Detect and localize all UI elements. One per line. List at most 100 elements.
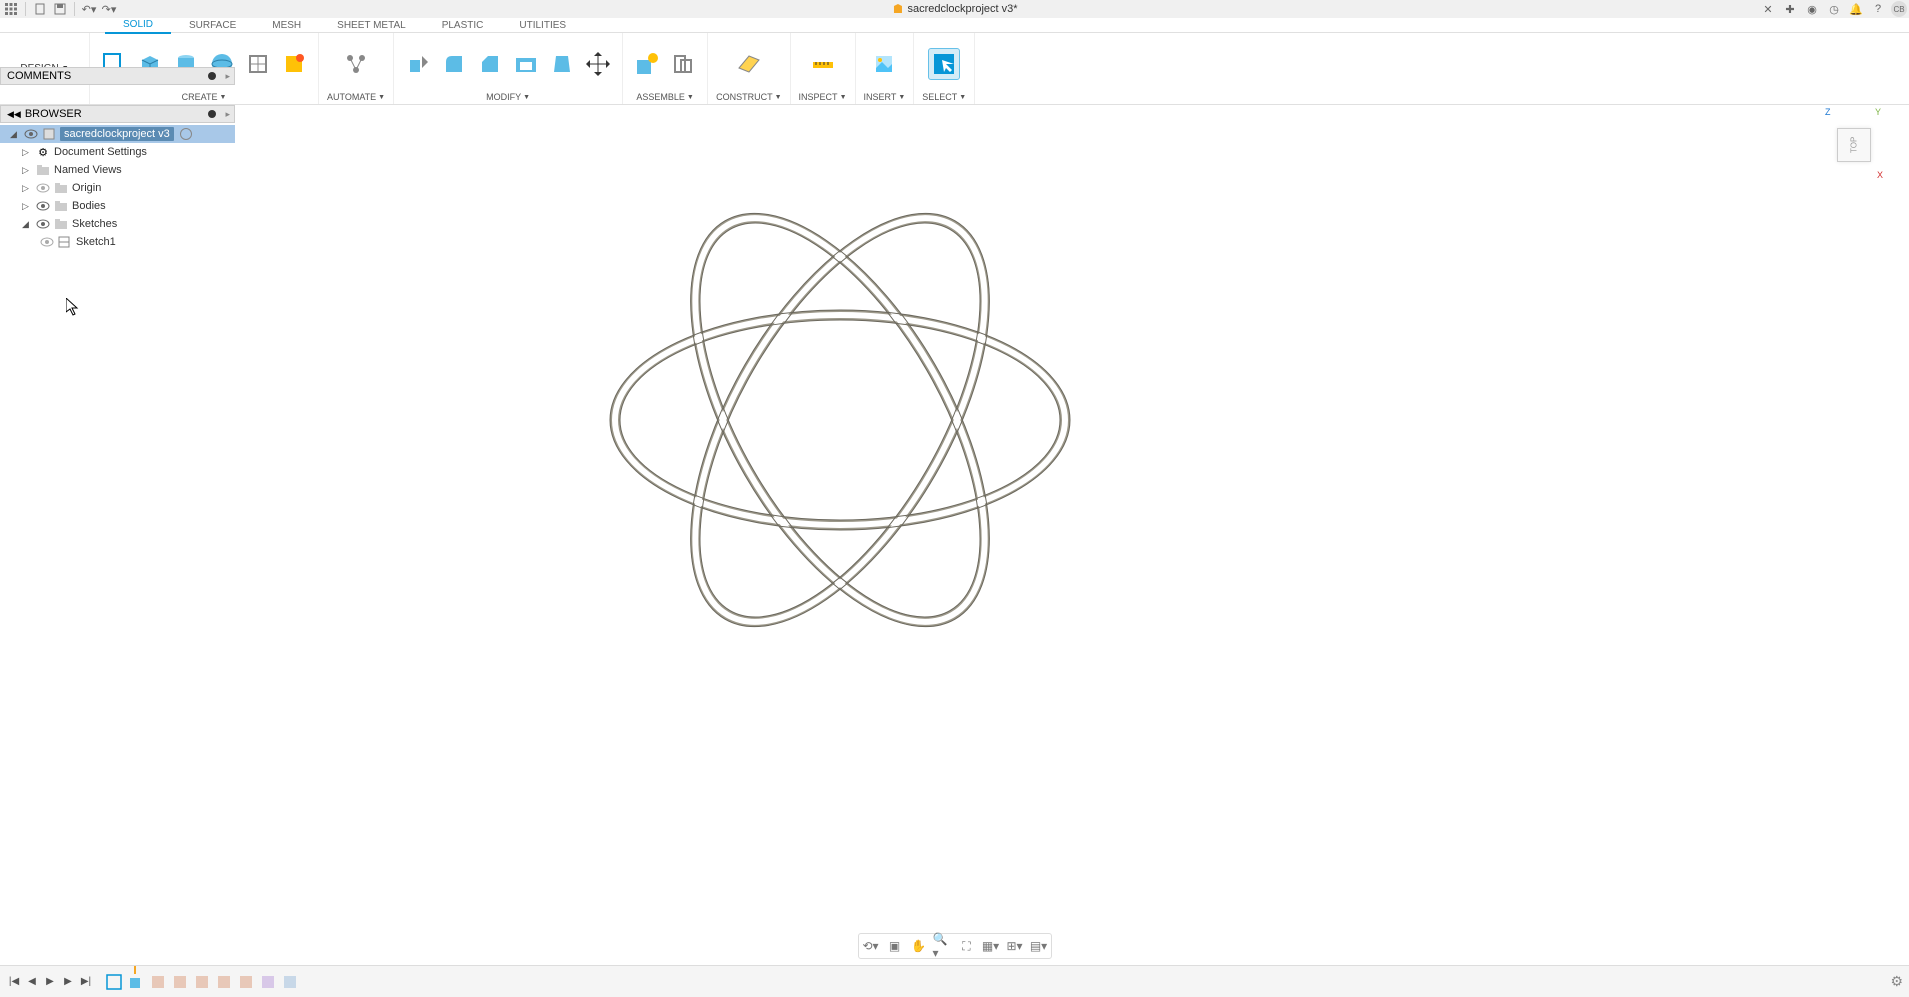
zoom-icon[interactable]: 🔍▾ <box>933 936 953 956</box>
comments-panel[interactable]: COMMENTS ▸ <box>0 67 235 85</box>
viewcube[interactable]: TOP Y X Z <box>1829 115 1879 175</box>
coil-icon[interactable] <box>278 48 310 80</box>
undo-icon[interactable]: ↶▾ <box>80 1 98 17</box>
automate-label[interactable]: AUTOMATE▼ <box>327 92 385 102</box>
folder-icon <box>54 199 68 213</box>
tab-plastic[interactable]: PLASTIC <box>424 18 502 33</box>
grid-icon[interactable]: ⊞▾ <box>1005 936 1025 956</box>
jobs-icon[interactable]: ◷ <box>1825 1 1843 17</box>
tree-root[interactable]: ◢ sacredclockproject v3 <box>0 125 235 143</box>
modify-group: MODIFY▼ <box>394 33 623 104</box>
draft-icon[interactable] <box>546 48 578 80</box>
assemble-label[interactable]: ASSEMBLE▼ <box>636 92 693 102</box>
timeline-end[interactable]: ▶| <box>78 974 94 990</box>
joint-icon[interactable] <box>667 48 699 80</box>
timeline-start[interactable]: |◀ <box>6 974 22 990</box>
folder-icon <box>36 163 50 177</box>
tree-sketch1[interactable]: Sketch1 <box>0 233 235 251</box>
tree-origin[interactable]: ▷ Origin <box>0 179 235 197</box>
tree-sketches[interactable]: ◢ Sketches <box>0 215 235 233</box>
file-icon[interactable] <box>31 1 49 17</box>
extension-icon[interactable]: ◉ <box>1803 1 1821 17</box>
redo-icon[interactable]: ↷▾ <box>100 1 118 17</box>
visibility-icon[interactable] <box>40 235 54 249</box>
apps-icon[interactable] <box>2 1 20 17</box>
visibility-icon[interactable] <box>36 199 50 213</box>
comments-settings-icon[interactable] <box>208 72 216 80</box>
feature-3[interactable] <box>148 972 168 992</box>
measure-icon[interactable] <box>807 48 839 80</box>
displaystyle-icon[interactable]: ▦▾ <box>981 936 1001 956</box>
visibility-icon[interactable] <box>24 127 38 141</box>
notifications-icon[interactable]: 🔔 <box>1847 1 1865 17</box>
tab-solid[interactable]: SOLID <box>105 17 171 34</box>
timeline-settings-icon[interactable]: ⚙ <box>1890 973 1903 990</box>
tree-document-settings[interactable]: ▷ ⚙ Document Settings <box>0 143 235 161</box>
feature-8[interactable] <box>258 972 278 992</box>
feature-sketch[interactable] <box>104 972 124 992</box>
menubar-right: ✕ ✚ ◉ ◷ 🔔 ? CB <box>1759 1 1907 17</box>
timeline-forward[interactable]: ▶ <box>60 974 76 990</box>
lookat-icon[interactable]: ▣ <box>885 936 905 956</box>
chamfer-icon[interactable] <box>474 48 506 80</box>
close-tab-icon[interactable]: ✕ <box>1759 1 1777 17</box>
timeline-controls: |◀ ◀ ▶ ▶ ▶| <box>6 974 94 990</box>
assemble-group: ASSEMBLE▼ <box>623 33 708 104</box>
activate-radio[interactable] <box>180 128 192 140</box>
move-icon[interactable] <box>582 48 614 80</box>
menubar: ↶▾ ↷▾ sacredclockproject v3* ✕ ✚ ◉ ◷ 🔔 ?… <box>0 0 1909 18</box>
modify-label[interactable]: MODIFY▼ <box>486 92 530 102</box>
fit-icon[interactable]: ⛶ <box>957 936 977 956</box>
viewports-icon[interactable]: ▤▾ <box>1029 936 1049 956</box>
add-tab-icon[interactable]: ✚ <box>1781 1 1799 17</box>
tree-named-views[interactable]: ▷ Named Views <box>0 161 235 179</box>
visibility-icon[interactable] <box>36 217 50 231</box>
shell-icon[interactable] <box>510 48 542 80</box>
presspull-icon[interactable] <box>402 48 434 80</box>
timeline-back[interactable]: ◀ <box>24 974 40 990</box>
tree-bodies[interactable]: ▷ Bodies <box>0 197 235 215</box>
tab-surface[interactable]: SURFACE <box>171 18 254 33</box>
insert-icon[interactable] <box>868 48 900 80</box>
timeline-play[interactable]: ▶ <box>42 974 58 990</box>
help-icon[interactable]: ? <box>1869 1 1887 17</box>
create-label[interactable]: CREATE▼ <box>182 92 227 102</box>
canvas[interactable] <box>0 105 1909 937</box>
select-label[interactable]: SELECT▼ <box>922 92 966 102</box>
menubar-left: ↶▾ ↷▾ <box>2 1 118 17</box>
folder-icon <box>54 181 68 195</box>
inspect-label[interactable]: INSPECT▼ <box>799 92 847 102</box>
feature-7[interactable] <box>236 972 256 992</box>
user-avatar[interactable]: CB <box>1891 1 1907 17</box>
browser-header[interactable]: ◀◀ BROWSER ▸ <box>0 105 235 123</box>
automate-icon[interactable] <box>340 48 372 80</box>
plane-icon[interactable] <box>733 48 765 80</box>
viewcube-face[interactable]: TOP <box>1837 128 1871 162</box>
fillet-icon[interactable] <box>438 48 470 80</box>
tab-sheetmetal[interactable]: SHEET METAL <box>319 18 424 33</box>
feature-4[interactable] <box>170 972 190 992</box>
insert-label[interactable]: INSERT▼ <box>864 92 906 102</box>
feature-extrude[interactable] <box>126 972 146 992</box>
component-icon <box>42 127 56 141</box>
environment-tabs: SOLID SURFACE MESH SHEET METAL PLASTIC U… <box>0 18 1909 33</box>
pan-icon[interactable]: ✋ <box>909 936 929 956</box>
timeline-features <box>104 972 300 992</box>
tab-mesh[interactable]: MESH <box>254 18 319 33</box>
torus-icon[interactable] <box>242 48 274 80</box>
feature-6[interactable] <box>214 972 234 992</box>
feature-9[interactable] <box>280 972 300 992</box>
model-geometry[interactable] <box>605 205 1075 635</box>
component-icon[interactable] <box>631 48 663 80</box>
select-icon[interactable] <box>928 48 960 80</box>
construct-label[interactable]: CONSTRUCT▼ <box>716 92 781 102</box>
folder-icon <box>54 217 68 231</box>
tab-utilities[interactable]: UTILITIES <box>501 18 584 33</box>
save-icon[interactable] <box>51 1 69 17</box>
orbit-icon[interactable]: ⟲▾ <box>861 936 881 956</box>
visibility-icon[interactable] <box>36 181 50 195</box>
timeline: |◀ ◀ ▶ ▶ ▶| ⚙ <box>0 965 1909 997</box>
feature-5[interactable] <box>192 972 212 992</box>
browser-settings-icon[interactable] <box>208 110 216 118</box>
document-title: sacredclockproject v3* <box>891 3 1017 15</box>
